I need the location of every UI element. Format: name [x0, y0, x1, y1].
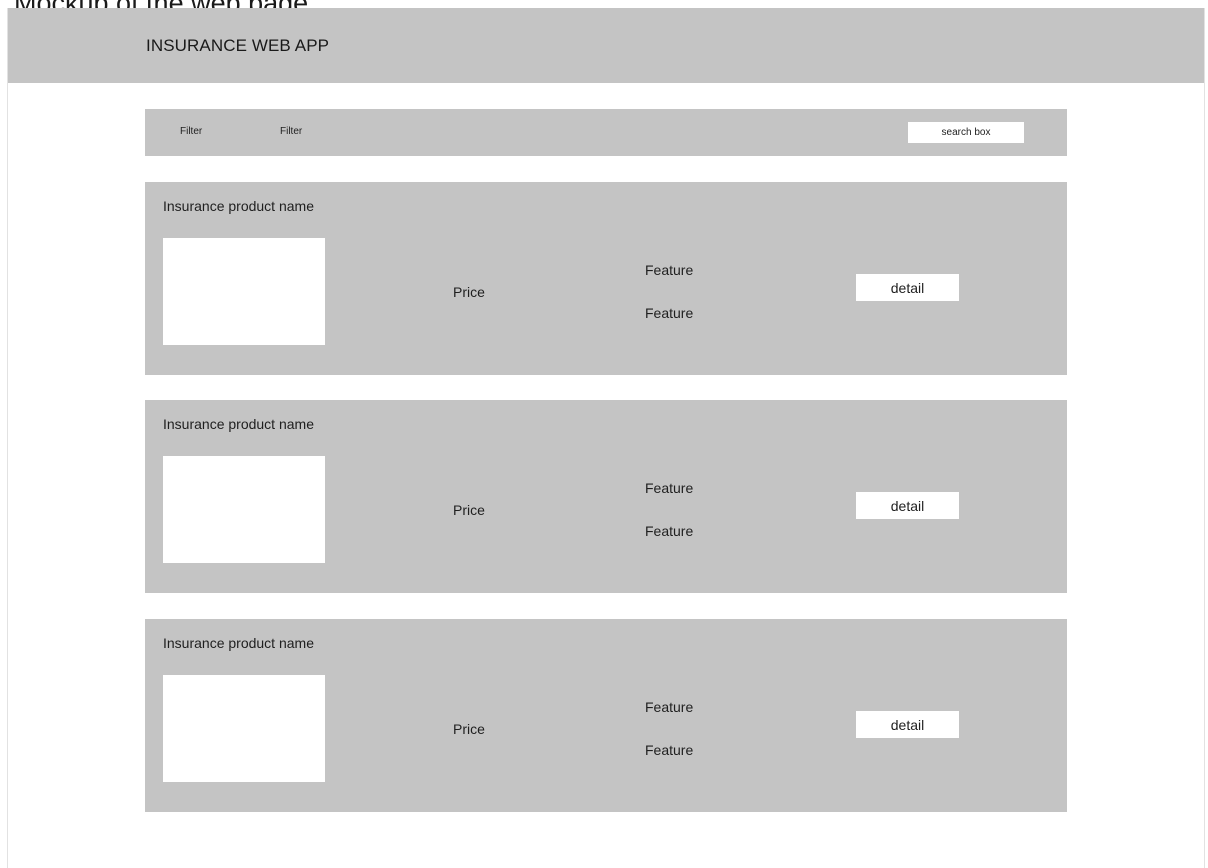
filter-2[interactable]: Filter: [280, 126, 302, 137]
product-feature: Feature: [645, 523, 694, 539]
product-price: Price: [453, 502, 485, 518]
product-price: Price: [453, 284, 485, 300]
product-feature: Feature: [645, 305, 694, 321]
detail-button[interactable]: detail: [856, 711, 959, 738]
product-name: Insurance product name: [163, 198, 314, 214]
product-card-1: Insurance product name Price Feature Fea…: [145, 182, 1067, 375]
product-feature: Feature: [645, 742, 694, 758]
product-card-3: Insurance product name Price Feature Fea…: [145, 619, 1067, 812]
product-image-placeholder: [163, 675, 325, 782]
product-card-2: Insurance product name Price Feature Fea…: [145, 400, 1067, 593]
app-header: INSURANCE WEB APP: [8, 8, 1204, 83]
app-title: INSURANCE WEB APP: [146, 36, 330, 55]
detail-button[interactable]: detail: [856, 274, 959, 301]
product-image-placeholder: [163, 238, 325, 345]
product-feature: Feature: [645, 480, 694, 496]
product-image-placeholder: [163, 456, 325, 563]
detail-button[interactable]: detail: [856, 492, 959, 519]
product-name: Insurance product name: [163, 416, 314, 432]
page-title: Mockup of the web page: [14, 0, 308, 8]
filter-1[interactable]: Filter: [180, 126, 202, 137]
search-input[interactable]: [908, 122, 1024, 143]
filter-bar: Filter Filter: [145, 109, 1067, 156]
app-frame: INSURANCE WEB APP Filter Filter Insuranc…: [7, 8, 1205, 868]
product-feature: Feature: [645, 699, 694, 715]
product-feature: Feature: [645, 262, 694, 278]
product-name: Insurance product name: [163, 635, 314, 651]
product-price: Price: [453, 721, 485, 737]
